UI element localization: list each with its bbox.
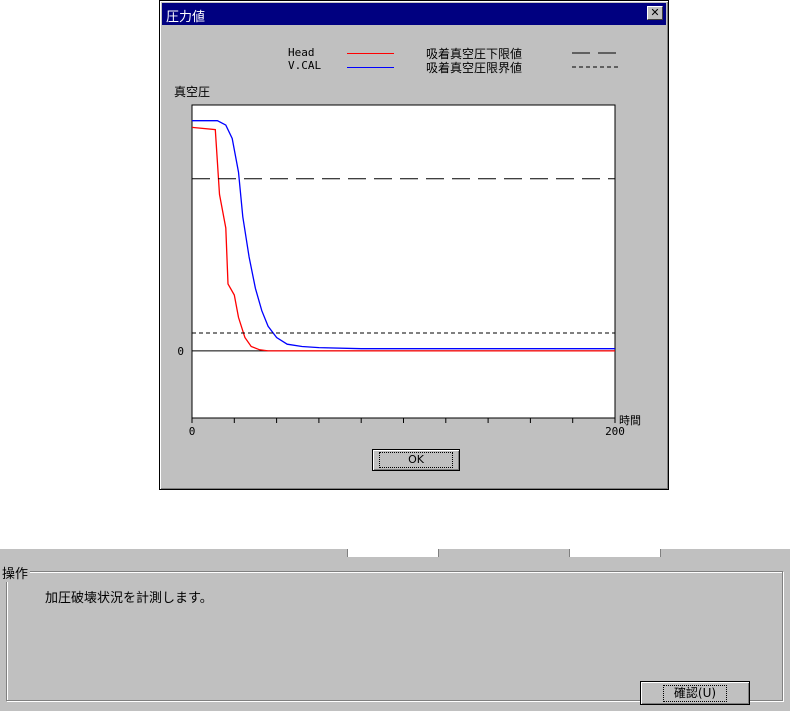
operation-group-label: 操作 [0, 563, 31, 582]
ok-button-label: OK [379, 452, 453, 468]
ok-button[interactable]: OK [372, 449, 460, 471]
confirm-button-label: 確認(U) [662, 685, 728, 702]
pressure-chart: 0 2000時間 [177, 104, 641, 438]
operation-panel: 操作 加圧破壊状況を計測します。 確認(U) [0, 549, 790, 711]
x-tick-label-min: 0 [189, 425, 196, 438]
confirm-button[interactable]: 確認(U) [640, 681, 750, 705]
tab-stub-left[interactable] [347, 549, 439, 557]
plot-area [191, 104, 616, 419]
pressure-dialog: 圧力値 ✕ Head V.CAL 吸着真空圧下限値 吸着真空圧限界値 真空圧 0… [159, 0, 669, 490]
y-tick-label-zero: 0 [177, 345, 184, 358]
operation-message: 加圧破壊状況を計測します。 [45, 591, 213, 606]
tab-stub-right[interactable] [569, 549, 661, 557]
x-axis-label: 時間 [619, 414, 641, 427]
